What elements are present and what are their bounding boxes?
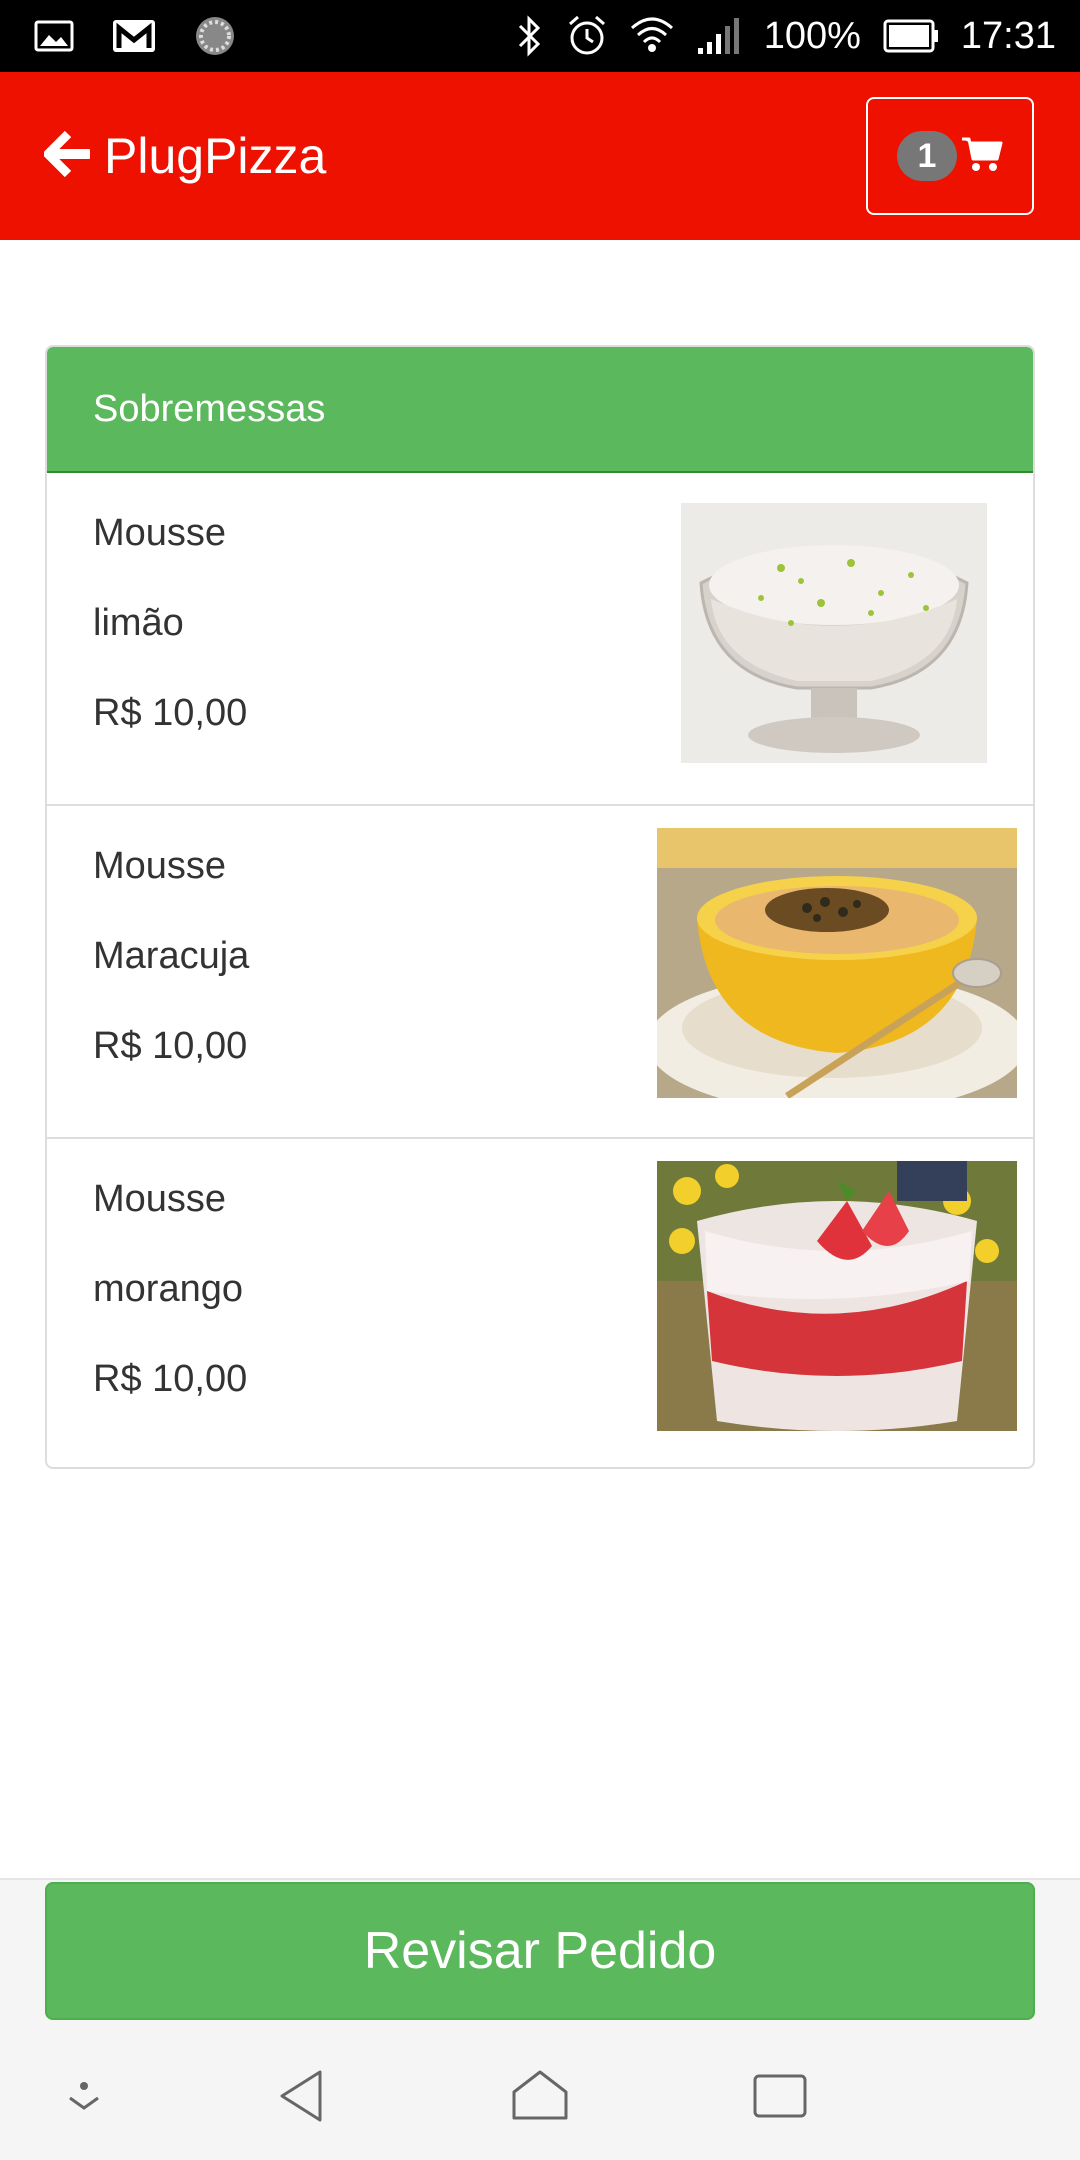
arrow-left-icon [43,130,93,183]
cart-icon [961,135,1003,178]
signal-icon [696,16,742,56]
review-order-button[interactable]: Revisar Pedido [45,1882,1035,2020]
product-price: R$ 10,00 [93,1025,248,1067]
category-title: Sobremessas [93,387,326,430]
app-bar: PlugPizza 1 [0,72,1080,240]
battery-percent: 100% [763,14,861,57]
hide-keyboard-icon[interactable] [44,2056,124,2136]
product-name-line1: Mousse [93,512,227,554]
recents-icon[interactable] [740,2056,820,2136]
product-name-line2: Maracuja [93,935,250,977]
product-name-line2: morango [93,1268,243,1310]
gallery-icon [34,20,74,52]
home-icon[interactable] [500,2056,580,2136]
battery-icon [883,19,939,53]
lime-mousse-photo [681,503,987,763]
strawberry-mousse-photo [657,1161,1017,1431]
status-bar: 100% 17:31 [0,0,1080,72]
cart-count-badge: 1 [897,131,957,181]
sync-icon [194,15,236,57]
bluetooth-icon [516,15,544,57]
wifi-icon [630,16,674,56]
product-price: R$ 10,00 [93,692,248,734]
gmail-icon [112,19,156,53]
product-name-line2: limão [93,602,184,644]
alarm-icon [566,14,608,58]
category-panel: Sobremessas Mousse limão R$ 10,00 Mousse… [45,345,1035,1469]
product-name-line1: Mousse [93,1178,227,1220]
category-heading: Sobremessas [47,347,1033,473]
product-item[interactable]: Mousse Maracuja R$ 10,00 [47,806,1033,1139]
product-item[interactable]: Mousse limão R$ 10,00 [47,473,1033,806]
clock: 17:31 [960,14,1056,57]
cart-button[interactable]: 1 [866,97,1034,215]
product-price: R$ 10,00 [93,1358,248,1400]
system-nav-bar [0,2056,1080,2136]
back-button[interactable]: PlugPizza [43,120,327,192]
passion-fruit-mousse-photo [657,828,1017,1098]
back-icon[interactable] [262,2056,342,2136]
product-name-line1: Mousse [93,845,227,887]
product-item[interactable]: Mousse morango R$ 10,00 [47,1139,1033,1467]
app-title: PlugPizza [104,128,327,184]
